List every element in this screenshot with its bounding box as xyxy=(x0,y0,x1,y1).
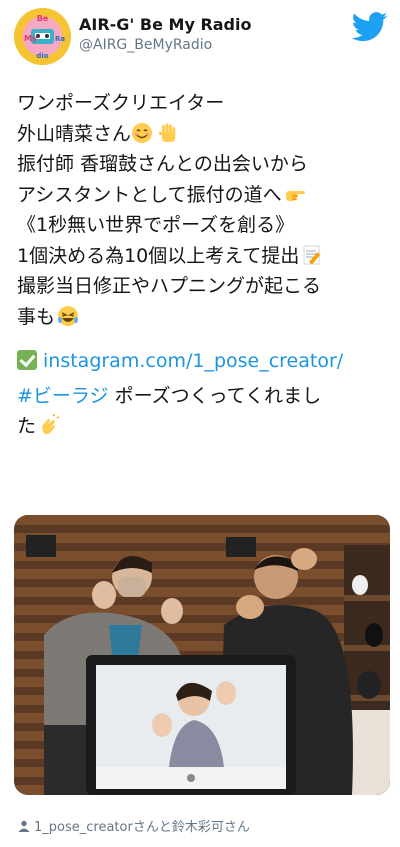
tagged-users: 1_pose_creatorさんと鈴木彩可さん xyxy=(18,816,250,835)
pointing-right-icon xyxy=(284,183,306,205)
hashtag-link[interactable]: #ビーラジ xyxy=(17,385,109,407)
tweet-photo[interactable] xyxy=(14,515,390,795)
tweet-line: た xyxy=(17,411,389,442)
person-icon xyxy=(18,820,30,832)
tweet-line: 事も xyxy=(17,302,389,333)
avatar[interactable]: Be My Ra dio xyxy=(14,8,71,65)
tweet-line: 外山晴菜さん xyxy=(17,119,389,150)
tweet-line-text: 外山晴菜さん xyxy=(17,122,132,145)
tweet-line: ワンポーズクリエイター xyxy=(17,92,225,114)
tweet-line: instagram.com/1_pose_creator/ xyxy=(17,346,389,377)
tweet-text: ワンポーズクリエイター 外山晴菜さん 振付師 香瑠鼓さんとの出会いから アシスタ… xyxy=(17,88,389,442)
svg-text:My: My xyxy=(24,34,38,43)
instagram-link[interactable]: instagram.com/1_pose_creator/ xyxy=(43,350,343,372)
monitor xyxy=(86,655,296,795)
tweet-line-text: ポーズつくってくれまし xyxy=(108,384,322,407)
tweet-line: 《1秒無い世界でポーズを創る》 xyxy=(17,214,295,236)
tweet-line: #ビーラジ ポーズつくってくれまし xyxy=(17,381,389,412)
account-name[interactable]: AIR-G' Be My Radio xyxy=(79,15,251,34)
svg-text:Ra: Ra xyxy=(55,35,65,43)
tweet-line: アシスタントとして振付の道へ xyxy=(17,180,389,211)
memo-icon xyxy=(301,244,323,266)
twitter-bird-icon[interactable] xyxy=(352,12,388,42)
svg-text:dio: dio xyxy=(36,52,48,60)
smiling-face-icon xyxy=(131,122,153,144)
tweet-line-text: アシスタントとして振付の道へ xyxy=(17,183,282,206)
tweet-header: Be My Ra dio AIR-G' Be My Radio @AIRG_Be… xyxy=(0,0,400,74)
tagged-rest: さんと鈴木彩可さん xyxy=(132,820,250,835)
rolling-laughing-icon xyxy=(57,305,79,327)
svg-text:Be: Be xyxy=(37,14,49,23)
tweet-line: 振付師 香瑠鼓さんとの出会いから xyxy=(17,153,308,175)
tweet-line-text: 事も xyxy=(17,305,56,328)
tweet-line-text: 1個決める為10個以上考えて提出 xyxy=(17,244,300,267)
tweet-line: 1個決める為10個以上考えて提出 xyxy=(17,241,389,272)
tweet-line-text: た xyxy=(17,415,37,437)
raised-hand-icon xyxy=(157,122,179,144)
clapping-hands-icon xyxy=(38,414,60,436)
check-mark-icon xyxy=(17,350,37,370)
account-handle[interactable]: @AIRG_BeMyRadio xyxy=(79,37,212,53)
tagged-user-link[interactable]: 1_pose_creator xyxy=(34,820,133,835)
tweet-line: 撮影当日修正やハプニングが起こる xyxy=(17,275,322,297)
